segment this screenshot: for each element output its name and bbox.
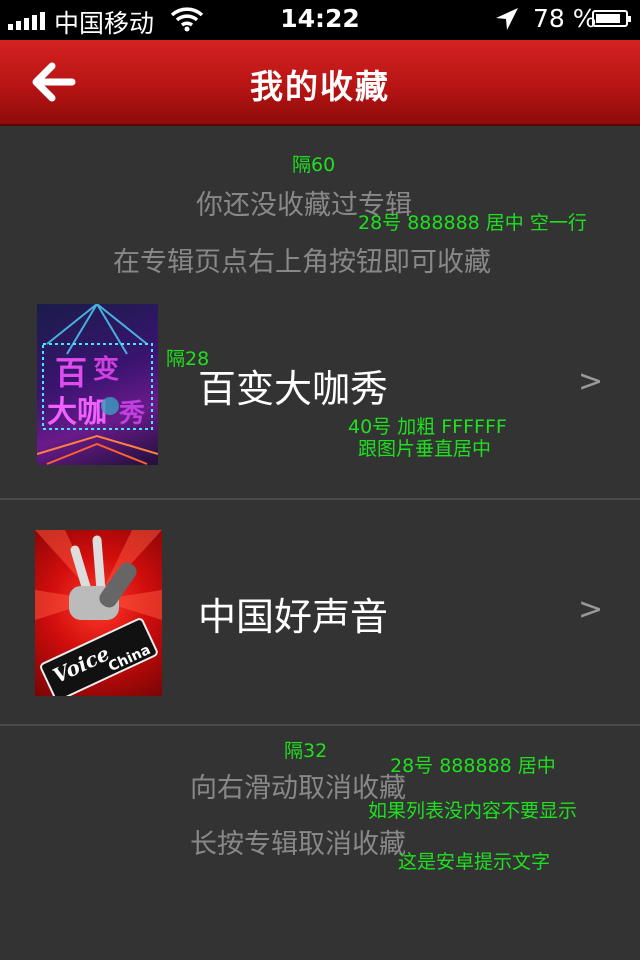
battery-percent: 78 %: [533, 4, 597, 33]
svg-text:大咖: 大咖: [47, 395, 107, 430]
annotation-title-spec2: 跟图片垂直居中: [358, 438, 492, 460]
divider: [0, 724, 640, 726]
svg-text:变: 变: [93, 354, 119, 385]
list-item[interactable]: Voice China 中国好声音 >: [0, 500, 640, 724]
annotation-bottom-spec3: 这是安卓提示文字: [398, 851, 551, 873]
battery-icon: [592, 10, 631, 27]
annotation-bottom-spec1: 28号 888888 居中: [390, 755, 556, 777]
nav-bar: 我的收藏: [0, 40, 640, 126]
album-cover-image: Voice China: [35, 530, 162, 696]
chevron-right-icon: >: [578, 592, 604, 627]
annotation-gap60: 隔60: [292, 154, 336, 176]
list-item[interactable]: 百 变 大咖 秀 隔28 百变大咖秀 > 40号 加粗 FFFFFF 跟图片垂直…: [0, 280, 640, 498]
status-bar: 中国移动 14:22 78 %: [0, 0, 640, 40]
item-title: 中国好声音: [198, 595, 389, 639]
annotation-bottom-spec2: 如果列表没内容不要显示: [368, 800, 578, 822]
svg-text:百: 百: [55, 354, 87, 392]
item-title: 百变大咖秀: [198, 367, 389, 411]
empty-hint-line2: 在专辑页点右上角按钮即可收藏: [113, 247, 491, 278]
page-title: 我的收藏: [250, 67, 390, 106]
bottom-hint-line2: 长按专辑取消收藏: [190, 829, 406, 860]
annotation-hint-spec: 28号 888888 居中 空一行: [358, 212, 587, 234]
album-cover-image: 百 变 大咖 秀: [37, 304, 158, 465]
chevron-right-icon: >: [578, 364, 604, 399]
svg-text:秀: 秀: [118, 399, 145, 429]
annotation-gap32: 隔32: [284, 740, 328, 762]
location-arrow-icon: [494, 6, 520, 38]
